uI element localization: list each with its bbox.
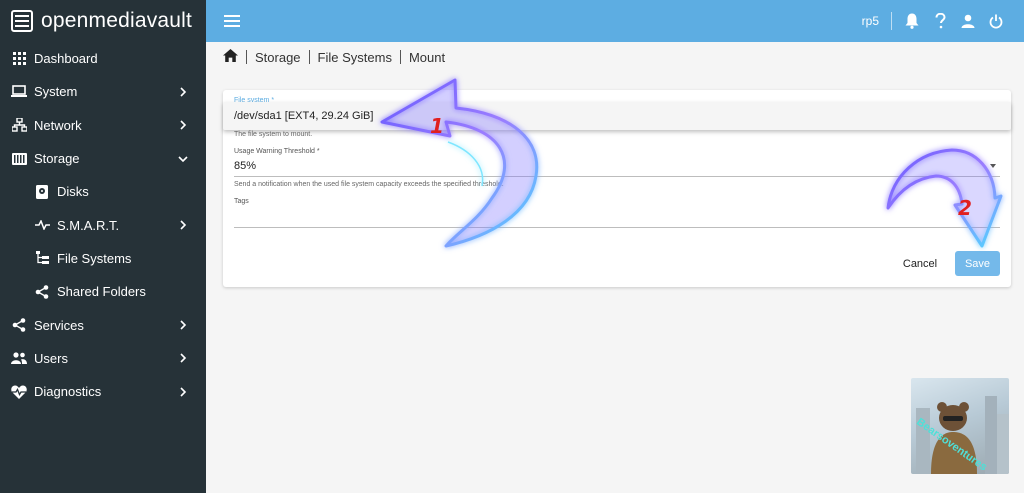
sidebar-item-label: File Systems — [57, 250, 132, 266]
brand[interactable]: openmediavault — [0, 0, 206, 42]
top-bar-divider — [891, 12, 892, 30]
home-icon[interactable] — [223, 49, 238, 65]
heartbeat-icon — [11, 384, 27, 400]
usage-threshold-label: Usage Warning Threshold * — [234, 148, 320, 155]
omv-logo-icon — [11, 10, 33, 32]
breadcrumb-mount: Mount — [408, 49, 446, 65]
storage-icon — [11, 151, 27, 167]
watermark-image: Bearsoventures — [911, 378, 1009, 474]
share-icon — [11, 317, 27, 333]
chevron-right-icon — [178, 320, 188, 330]
chevron-right-icon — [178, 120, 188, 130]
file-system-hint-block: The file system to mount. — [234, 131, 1000, 138]
chevron-right-icon — [178, 220, 188, 230]
dropdown-arrow-icon[interactable] — [990, 164, 996, 168]
cancel-button[interactable]: Cancel — [895, 252, 945, 276]
mount-form-card: File system * /dev/sda1 [EXT4, 29.24 GiB… — [223, 90, 1011, 287]
grid-icon — [11, 51, 27, 67]
tags-input[interactable] — [234, 209, 1000, 223]
sidebar-item-users[interactable]: Users — [0, 342, 206, 375]
chevron-right-icon — [178, 353, 188, 363]
file-system-option[interactable]: /dev/sda1 [EXT4, 29.24 GiB] — [223, 102, 1011, 130]
filesystem-icon — [34, 250, 50, 266]
breadcrumb-file-systems[interactable]: File Systems — [318, 50, 392, 65]
usage-threshold-hint: Send a notification when the used file s… — [234, 181, 504, 188]
tags-underline — [234, 227, 1000, 228]
sidebar-item-storage[interactable]: Storage — [0, 142, 206, 175]
hostname: rp5 — [861, 14, 879, 28]
user-icon[interactable] — [954, 7, 982, 35]
app-title: openmediavault — [41, 9, 193, 32]
disk-icon — [34, 184, 50, 200]
sidebar-item-label: Dashboard — [34, 51, 98, 67]
breadcrumb-separator — [399, 50, 401, 64]
sidebar-item-label: S.M.A.R.T. — [57, 217, 120, 233]
bell-icon[interactable] — [898, 7, 926, 35]
sidebar-item-label: Services — [34, 317, 84, 333]
hamburger-menu-icon[interactable] — [224, 15, 240, 27]
sidebar-item-label: System — [34, 84, 78, 100]
sidebar: openmediavault Dashboard System Network — [0, 0, 206, 493]
save-button[interactable]: Save — [955, 251, 1000, 276]
sidebar-item-file-systems[interactable]: File Systems — [0, 242, 206, 275]
sidebar-item-label: Storage — [34, 151, 80, 167]
sidebar-item-label: Diagnostics — [34, 384, 102, 400]
help-icon[interactable] — [926, 7, 954, 35]
usage-threshold-underline — [234, 176, 1000, 177]
sidebar-item-shared-folders[interactable]: Shared Folders — [0, 275, 206, 308]
step-number-1: 1 — [430, 114, 444, 138]
sidebar-item-diagnostics[interactable]: Diagnostics — [0, 375, 206, 408]
top-bar-actions: rp5 — [862, 0, 1010, 42]
top-bar: rp5 — [206, 0, 1024, 42]
tags-label: Tags — [234, 198, 249, 205]
sidebar-nav: Dashboard System Network Storage Disks S… — [0, 42, 206, 408]
sidebar-item-dashboard[interactable]: Dashboard — [0, 42, 206, 75]
sidebar-item-smart[interactable]: S.M.A.R.T. — [0, 208, 206, 241]
usage-threshold-field[interactable]: Usage Warning Threshold * 85% Send a not… — [234, 148, 1000, 188]
pulse-icon — [34, 217, 50, 233]
breadcrumb-separator — [246, 50, 247, 64]
sidebar-item-disks[interactable]: Disks — [0, 175, 206, 208]
tags-field[interactable]: Tags — [234, 198, 1000, 228]
step-number-2: 2 — [958, 196, 972, 220]
breadcrumb: Storage File Systems Mount — [223, 47, 445, 67]
breadcrumb-storage[interactable]: Storage — [255, 50, 301, 65]
share-icon — [34, 284, 50, 300]
network-icon — [11, 117, 27, 133]
sidebar-item-services[interactable]: Services — [0, 308, 206, 341]
sidebar-item-system[interactable]: System — [0, 75, 206, 108]
sidebar-item-label: Shared Folders — [57, 284, 146, 300]
sidebar-item-label: Network — [34, 117, 82, 133]
breadcrumb-separator — [308, 50, 310, 64]
file-system-hint: The file system to mount. — [234, 131, 313, 138]
sidebar-item-network[interactable]: Network — [0, 109, 206, 142]
users-icon — [11, 350, 27, 366]
sidebar-item-label: Users — [34, 350, 68, 366]
chevron-right-icon — [178, 87, 188, 97]
sidebar-item-label: Disks — [57, 184, 89, 200]
laptop-icon — [11, 84, 27, 100]
power-icon[interactable] — [982, 7, 1010, 35]
usage-threshold-value: 85% — [234, 160, 257, 172]
chevron-right-icon — [178, 387, 188, 397]
chevron-down-icon — [178, 154, 188, 164]
